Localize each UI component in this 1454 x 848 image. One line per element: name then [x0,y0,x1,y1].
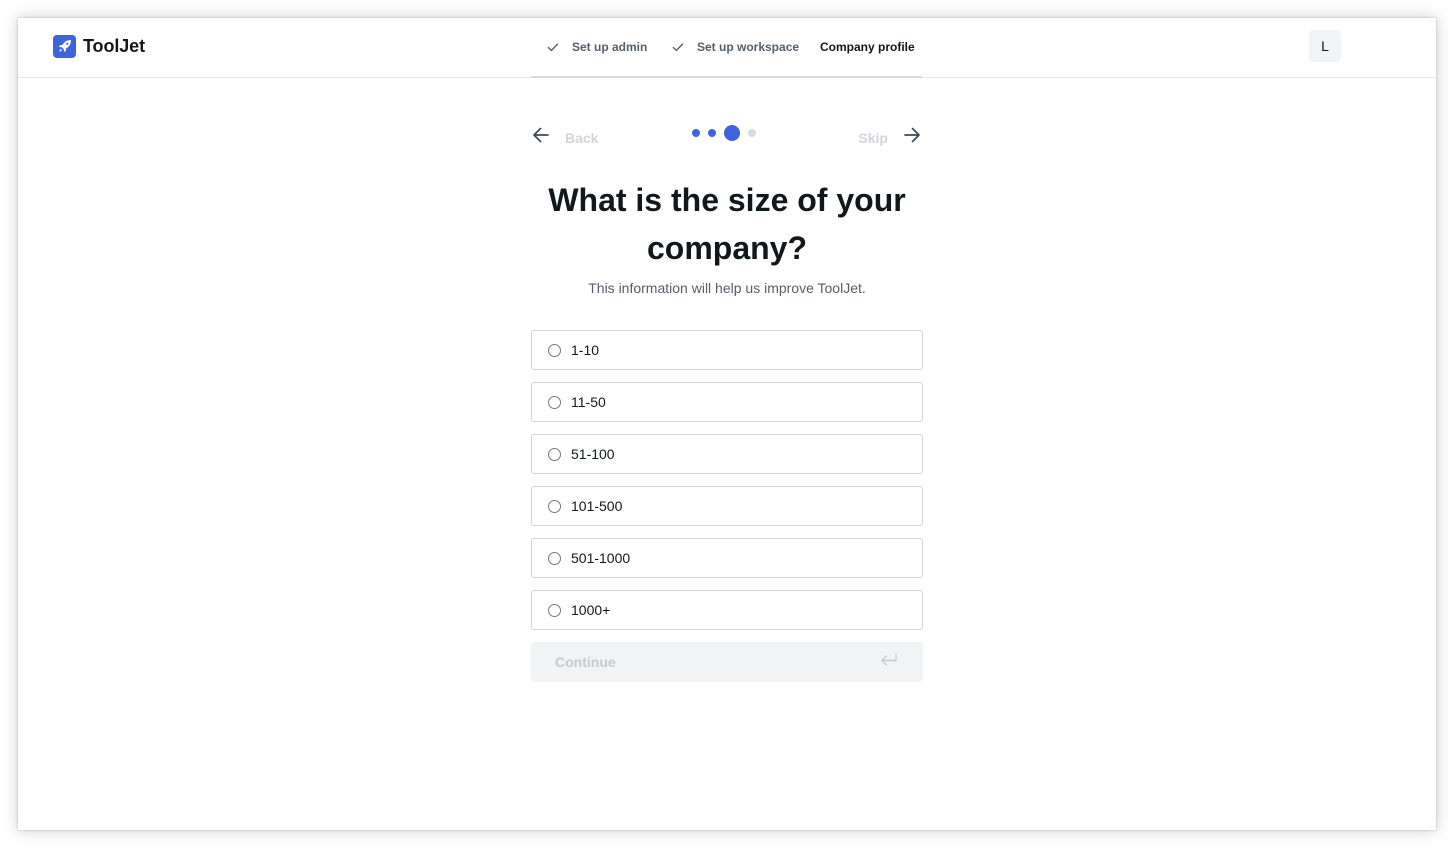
option-label: 501-1000 [571,550,631,566]
top-header: ToolJet Set up admin Set up workspace Co… [18,18,1436,78]
option-label: 1000+ [571,602,611,618]
option-101-500[interactable]: 101-500 [531,486,923,526]
progress-dots [689,125,769,141]
radio-button[interactable] [548,447,561,461]
question-navigation: Back Skip [531,120,922,150]
back-label: Back [565,129,599,146]
step-label: Set up admin [572,40,648,54]
skip-label: Skip [858,129,888,146]
step-label: Set up workspace [697,40,800,54]
arrow-left-icon [531,125,551,150]
back-button[interactable]: Back [531,125,598,150]
option-51-100[interactable]: 51-100 [531,434,923,474]
radio-button[interactable] [548,499,561,513]
question-subtitle: This information will help us improve To… [588,280,866,296]
progress-dot-1 [692,129,700,137]
radio-button[interactable] [548,603,561,617]
option-501-1000[interactable]: 501-1000 [531,538,923,578]
option-label: 51-100 [571,446,615,462]
option-label: 101-500 [571,498,623,514]
step-set-up-admin: Set up admin [546,38,647,56]
option-11-50[interactable]: 11-50 [531,382,923,422]
check-icon [546,40,560,54]
option-label: 11-50 [571,394,606,410]
step-label: Company profile [820,40,915,54]
rocket-icon [53,34,76,58]
progress-dot-3-current [724,125,740,141]
logo-wordmark: ToolJet [83,35,145,56]
progress-dot-2 [708,129,716,137]
step-company-profile: Company profile [820,38,915,56]
arrow-right-icon [902,125,922,150]
app-window: ToolJet Set up admin Set up workspace Co… [18,18,1436,830]
enter-return-icon [879,652,899,673]
question-title: What is the size of your company? [548,182,906,266]
continue-button[interactable]: Continue [531,642,923,682]
option-1-10[interactable]: 1-10 [531,330,923,370]
option-1000-plus[interactable]: 1000+ [531,590,923,630]
company-size-options: 1-10 11-50 51-100 101-500 501-1000 1000+ [531,330,923,642]
step-set-up-workspace: Set up workspace [671,38,799,56]
check-icon [671,40,685,54]
radio-button[interactable] [548,551,561,565]
radio-button[interactable] [548,395,561,409]
radio-button[interactable] [548,343,561,357]
onboarding-stepper: Set up admin Set up workspace Company pr… [531,18,922,78]
option-label: 1-10 [571,342,600,358]
progress-dot-4 [748,129,756,137]
continue-label: Continue [555,654,616,670]
skip-button[interactable]: Skip [858,125,922,150]
tooljet-logo[interactable]: ToolJet [53,34,145,58]
user-avatar[interactable]: L [1309,30,1341,62]
